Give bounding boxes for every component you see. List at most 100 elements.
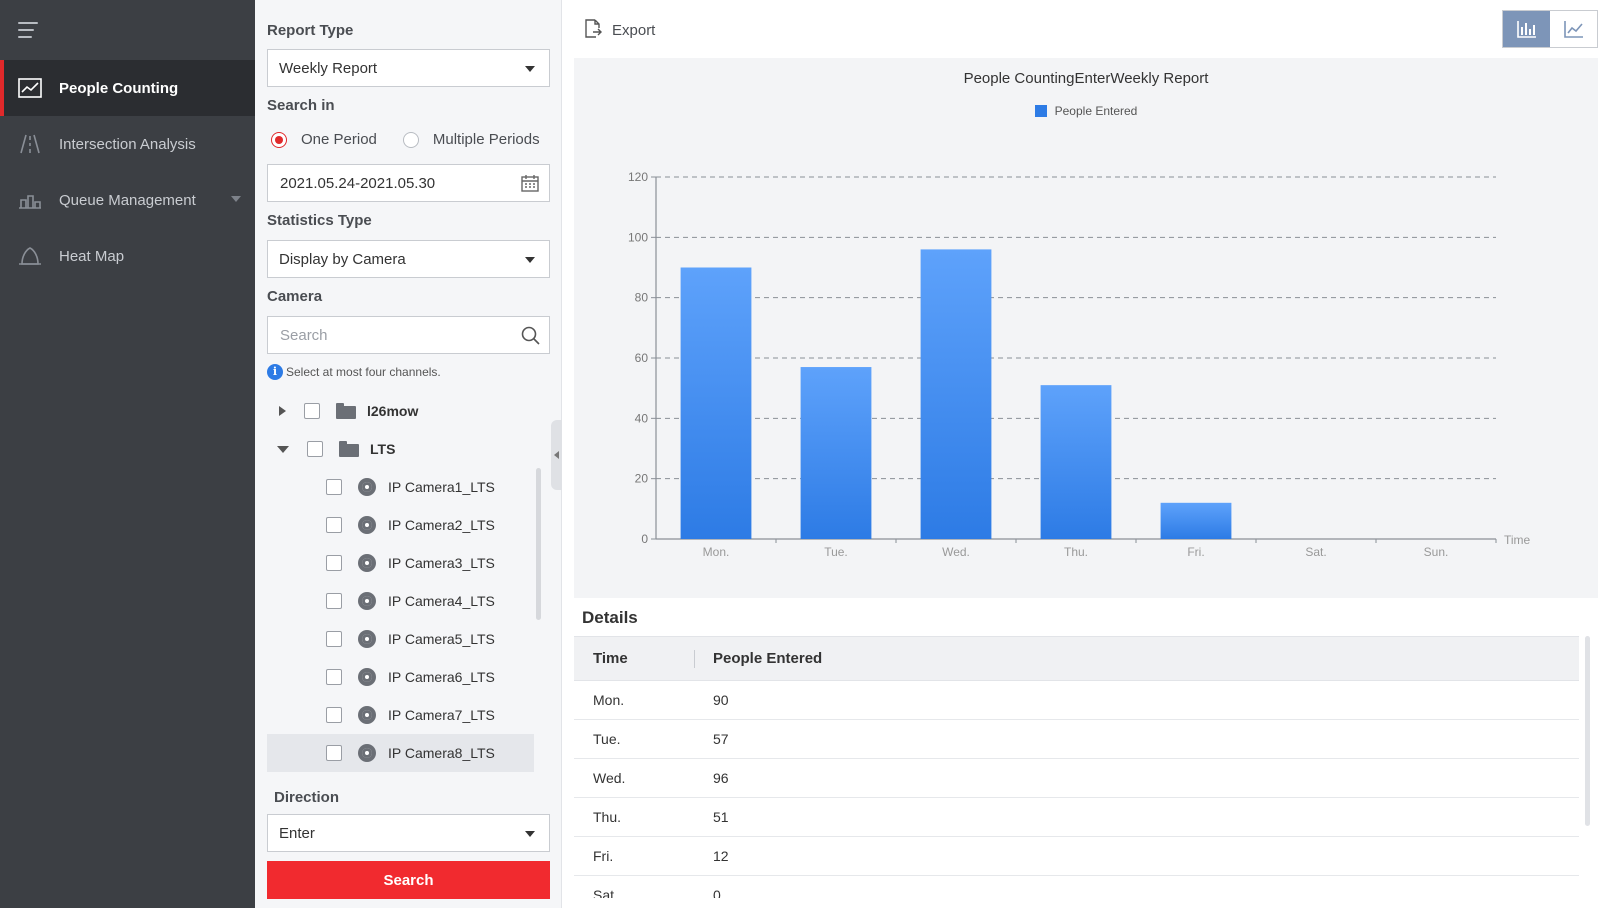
panel-collapse-handle[interactable] (551, 420, 562, 490)
bar (1040, 385, 1112, 539)
cell-time: Tue. (593, 731, 621, 747)
camera-checkbox[interactable] (326, 555, 342, 571)
direction-label: Direction (274, 789, 340, 806)
details-title: Details (582, 608, 638, 627)
direction-select[interactable]: Enter (267, 814, 550, 852)
date-range-field[interactable]: 2021.05.24-2021.05.30 (267, 164, 550, 202)
folder-icon (339, 441, 359, 457)
table-row: Sat. 0 (574, 876, 1579, 898)
camera-checkbox[interactable] (326, 745, 342, 761)
x-tick-label: Wed. (942, 545, 970, 559)
tree-scrollbar[interactable] (536, 468, 541, 620)
camera-name: IP Camera1_LTS (388, 479, 495, 495)
cell-count: 12 (713, 848, 729, 864)
nav-item-queue-management[interactable]: Queue Management (0, 172, 255, 228)
report-type-select[interactable]: Weekly Report (267, 49, 550, 87)
info-icon: i (267, 364, 283, 380)
multiple-periods-radio[interactable] (402, 131, 419, 148)
tree-camera-item[interactable]: IP Camera6_LTS (267, 658, 534, 696)
x-axis-label: Time (1504, 533, 1531, 547)
calendar-icon[interactable] (521, 174, 539, 196)
nav-item-intersection-analysis[interactable]: Intersection Analysis (0, 116, 255, 172)
camera-name: IP Camera5_LTS (388, 631, 495, 647)
camera-checkbox[interactable] (326, 707, 342, 723)
camera-icon (358, 516, 376, 534)
bar (680, 267, 752, 539)
camera-search-placeholder: Search (280, 326, 328, 344)
expand-arrow-icon[interactable] (279, 406, 286, 416)
y-tick-label: 40 (635, 411, 649, 425)
search-button[interactable]: Search (267, 861, 550, 899)
caret-down-icon (525, 66, 535, 72)
bar (1160, 502, 1232, 539)
camera-search-input[interactable]: Search (267, 316, 550, 354)
x-tick-label: Tue. (824, 545, 848, 559)
tree-folder-lts[interactable]: LTS (267, 430, 534, 468)
statistics-type-value: Display by Camera (279, 250, 406, 268)
folder-icon (336, 403, 356, 419)
tree-camera-item[interactable]: IP Camera1_LTS (267, 468, 534, 506)
x-tick-label: Mon. (703, 545, 730, 559)
folder-name: l26mow (367, 403, 419, 419)
chart-container: People CountingEnterWeekly Report People… (574, 58, 1598, 598)
camera-label: Camera (267, 288, 323, 305)
one-period-radio[interactable] (271, 131, 287, 148)
table-row: Tue. 57 (574, 720, 1579, 759)
queue-icon (18, 190, 42, 210)
camera-icon (358, 554, 376, 572)
one-period-label: One Period (301, 131, 377, 148)
statistics-type-select[interactable]: Display by Camera (267, 240, 550, 278)
table-row: Wed. 96 (574, 759, 1579, 798)
direction-value: Enter (279, 824, 315, 842)
report-type-value: Weekly Report (279, 59, 378, 77)
camera-checkbox[interactable] (326, 669, 342, 685)
multiple-periods-label: Multiple Periods (432, 131, 540, 148)
cell-count: 57 (713, 731, 729, 747)
line-chart-toggle[interactable] (1550, 11, 1597, 47)
y-tick-label: 80 (635, 291, 649, 305)
y-tick-label: 0 (641, 532, 648, 546)
camera-checkbox[interactable] (326, 479, 342, 495)
export-button[interactable]: Export (584, 19, 655, 42)
folder-checkbox[interactable] (307, 441, 323, 457)
camera-icon (358, 706, 376, 724)
nav-label: Queue Management (59, 191, 196, 209)
camera-checkbox[interactable] (326, 631, 342, 647)
bar (800, 367, 872, 539)
x-tick-label: Thu. (1064, 545, 1088, 559)
tree-camera-item[interactable]: IP Camera5_LTS (267, 620, 534, 658)
people-counting-icon (18, 78, 42, 98)
camera-icon (358, 668, 376, 686)
nav-item-heat-map[interactable]: Heat Map (0, 228, 255, 284)
cell-count: 90 (713, 692, 729, 708)
camera-checkbox[interactable] (326, 593, 342, 609)
tree-camera-item[interactable]: IP Camera2_LTS (267, 506, 534, 544)
cell-count: 0 (713, 887, 721, 898)
filter-panel: Report Type Weekly Report Search in One … (255, 0, 562, 908)
header-people-entered[interactable]: People Entered (695, 650, 822, 667)
search-icon[interactable] (521, 326, 540, 349)
export-icon (584, 19, 602, 42)
header-time[interactable]: Time (574, 649, 695, 668)
menu-icon[interactable] (18, 22, 38, 38)
tree-camera-item[interactable]: IP Camera8_LTS (267, 734, 534, 772)
chevron-down-icon[interactable] (231, 196, 241, 202)
tree-camera-item[interactable]: IP Camera3_LTS (267, 544, 534, 582)
collapse-arrow-icon[interactable] (277, 445, 289, 453)
table-row: Fri. 12 (574, 837, 1579, 876)
nav-label: Heat Map (59, 247, 125, 265)
nav-item-people-counting[interactable]: People Counting (0, 60, 255, 116)
table-scrollbar[interactable] (1585, 636, 1590, 826)
tree-folder-l26mow[interactable]: l26mow (267, 392, 534, 430)
tree-camera-item[interactable]: IP Camera7_LTS (267, 696, 534, 734)
camera-icon (358, 478, 376, 496)
cell-time: Fri. (593, 848, 614, 864)
tree-camera-item[interactable]: IP Camera4_LTS (267, 582, 534, 620)
camera-name: IP Camera8_LTS (388, 745, 495, 761)
x-tick-label: Fri. (1187, 545, 1204, 559)
chart-type-toggle (1502, 10, 1598, 48)
bar-chart-toggle[interactable] (1503, 11, 1550, 47)
folder-checkbox[interactable] (304, 403, 320, 419)
camera-checkbox[interactable] (326, 517, 342, 533)
date-range-value: 2021.05.24-2021.05.30 (280, 174, 436, 192)
